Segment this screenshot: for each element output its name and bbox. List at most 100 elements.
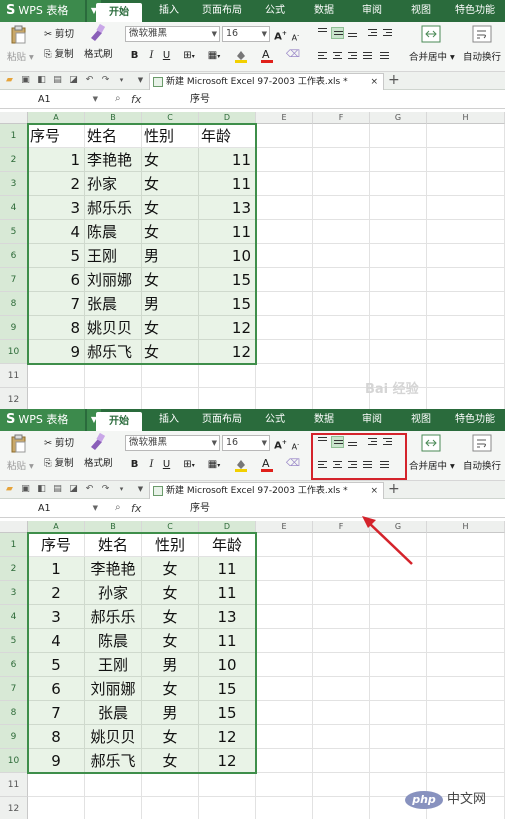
font-name-select[interactable]: 微软雅黑 ▼: [125, 435, 220, 451]
cell-e9[interactable]: [256, 316, 313, 340]
cell-h10[interactable]: [427, 749, 505, 773]
cell-b10[interactable]: 郝乐飞: [85, 749, 142, 773]
cell-d2[interactable]: 11: [199, 557, 256, 581]
cell-h8[interactable]: [427, 701, 505, 725]
cell-h4[interactable]: [427, 605, 505, 629]
tab-data[interactable]: 数据: [304, 409, 344, 431]
format-painter-icon[interactable]: [88, 23, 106, 44]
font-color-button[interactable]: A: [256, 457, 278, 472]
cell-d6[interactable]: 10: [199, 653, 256, 677]
align-top-button[interactable]: [316, 27, 329, 39]
cell-d7[interactable]: 15: [199, 677, 256, 701]
open-folder-icon[interactable]: ▰: [4, 484, 15, 495]
cell-b12[interactable]: [85, 388, 142, 410]
cell-f6[interactable]: [313, 653, 370, 677]
cell-a9[interactable]: 8: [28, 316, 85, 340]
open-folder-icon[interactable]: ▰: [4, 75, 15, 86]
cell-d12[interactable]: [199, 388, 256, 410]
cell-b8[interactable]: 张晨: [85, 701, 142, 725]
cell-f5[interactable]: [313, 629, 370, 653]
cell-h4[interactable]: [427, 196, 505, 220]
cell-style-button[interactable]: ▦▾: [203, 49, 225, 63]
cell-e10[interactable]: [256, 340, 313, 364]
cell-d1[interactable]: 年龄: [199, 124, 256, 148]
cell-f8[interactable]: [313, 292, 370, 316]
underline-button[interactable]: U: [160, 458, 173, 472]
cell-f5[interactable]: [313, 220, 370, 244]
font-name-select[interactable]: 微软雅黑 ▼: [125, 26, 220, 42]
cell-c7[interactable]: 女: [142, 677, 199, 701]
cell-a1[interactable]: 序号: [28, 533, 85, 557]
cell-c6[interactable]: 男: [142, 244, 199, 268]
clear-format-button[interactable]: ⌫: [283, 457, 303, 471]
cell-b9[interactable]: 姚贝贝: [85, 725, 142, 749]
cell-b6[interactable]: 王刚: [85, 244, 142, 268]
cell-e5[interactable]: [256, 220, 313, 244]
cell-e7[interactable]: [256, 268, 313, 292]
cell-b11[interactable]: [85, 773, 142, 797]
cell-b4[interactable]: 郝乐乐: [85, 605, 142, 629]
name-box[interactable]: A1 ▼: [28, 92, 100, 107]
cell-d2[interactable]: 11: [199, 148, 256, 172]
cell-a4[interactable]: 3: [28, 605, 85, 629]
cell-e1[interactable]: [256, 124, 313, 148]
tab-view[interactable]: 视图: [401, 409, 441, 431]
cell-f1[interactable]: [313, 124, 370, 148]
cell-g4[interactable]: [370, 605, 427, 629]
cell-c11[interactable]: [142, 773, 199, 797]
bold-button[interactable]: B: [128, 49, 141, 63]
cell-g8[interactable]: [370, 701, 427, 725]
cell-f7[interactable]: [313, 677, 370, 701]
cell-a2[interactable]: 1: [28, 557, 85, 581]
cell-e5[interactable]: [256, 629, 313, 653]
row-header-6[interactable]: 6: [0, 244, 28, 268]
cell-f2[interactable]: [313, 148, 370, 172]
cell-a9[interactable]: 8: [28, 725, 85, 749]
cell-a12[interactable]: [28, 388, 85, 410]
cell-h3[interactable]: [427, 581, 505, 605]
cell-g3[interactable]: [370, 581, 427, 605]
cell-g7[interactable]: [370, 268, 427, 292]
cell-f9[interactable]: [313, 316, 370, 340]
cell-c3[interactable]: 女: [142, 581, 199, 605]
cell-h8[interactable]: [427, 292, 505, 316]
underline-button[interactable]: U: [160, 49, 173, 63]
cell-e8[interactable]: [256, 292, 313, 316]
cell-c5[interactable]: 女: [142, 629, 199, 653]
cell-a8[interactable]: 7: [28, 292, 85, 316]
cell-f4[interactable]: [313, 605, 370, 629]
cell-d5[interactable]: 11: [199, 220, 256, 244]
font-color-button[interactable]: A: [256, 48, 278, 63]
cell-e12[interactable]: [256, 797, 313, 819]
undo-icon[interactable]: ↶: [84, 484, 95, 495]
cut-button[interactable]: ✂ 剪切: [44, 435, 74, 449]
cell-h7[interactable]: [427, 268, 505, 292]
save-icon[interactable]: ▣: [20, 75, 31, 86]
cell-a11[interactable]: [28, 364, 85, 388]
cell-b2[interactable]: 李艳艳: [85, 148, 142, 172]
row-header-3[interactable]: 3: [0, 581, 28, 605]
row-header-4[interactable]: 4: [0, 605, 28, 629]
name-box-dropdown-icon[interactable]: ▼: [93, 92, 98, 107]
cell-f4[interactable]: [313, 196, 370, 220]
redo-icon[interactable]: ↷: [100, 75, 111, 86]
row-header-2[interactable]: 2: [0, 148, 28, 172]
tab-home[interactable]: 开始: [96, 3, 142, 22]
cell-c2[interactable]: 女: [142, 148, 199, 172]
cell-h3[interactable]: [427, 172, 505, 196]
cell-f3[interactable]: [313, 581, 370, 605]
wrap-text-button[interactable]: 自动换行: [463, 458, 501, 472]
cell-f6[interactable]: [313, 244, 370, 268]
cell-style-button[interactable]: ▦▾: [203, 458, 225, 472]
cell-g1[interactable]: [370, 124, 427, 148]
cell-g9[interactable]: [370, 316, 427, 340]
cell-h10[interactable]: [427, 340, 505, 364]
cell-c1[interactable]: 性别: [142, 124, 199, 148]
name-box-dropdown-icon[interactable]: ▼: [93, 501, 98, 516]
cell-c8[interactable]: 男: [142, 701, 199, 725]
cell-b7[interactable]: 刘丽娜: [85, 268, 142, 292]
cell-h2[interactable]: [427, 148, 505, 172]
row-header-5[interactable]: 5: [0, 220, 28, 244]
print-preview-icon[interactable]: ◧: [36, 75, 47, 86]
cell-h5[interactable]: [427, 629, 505, 653]
